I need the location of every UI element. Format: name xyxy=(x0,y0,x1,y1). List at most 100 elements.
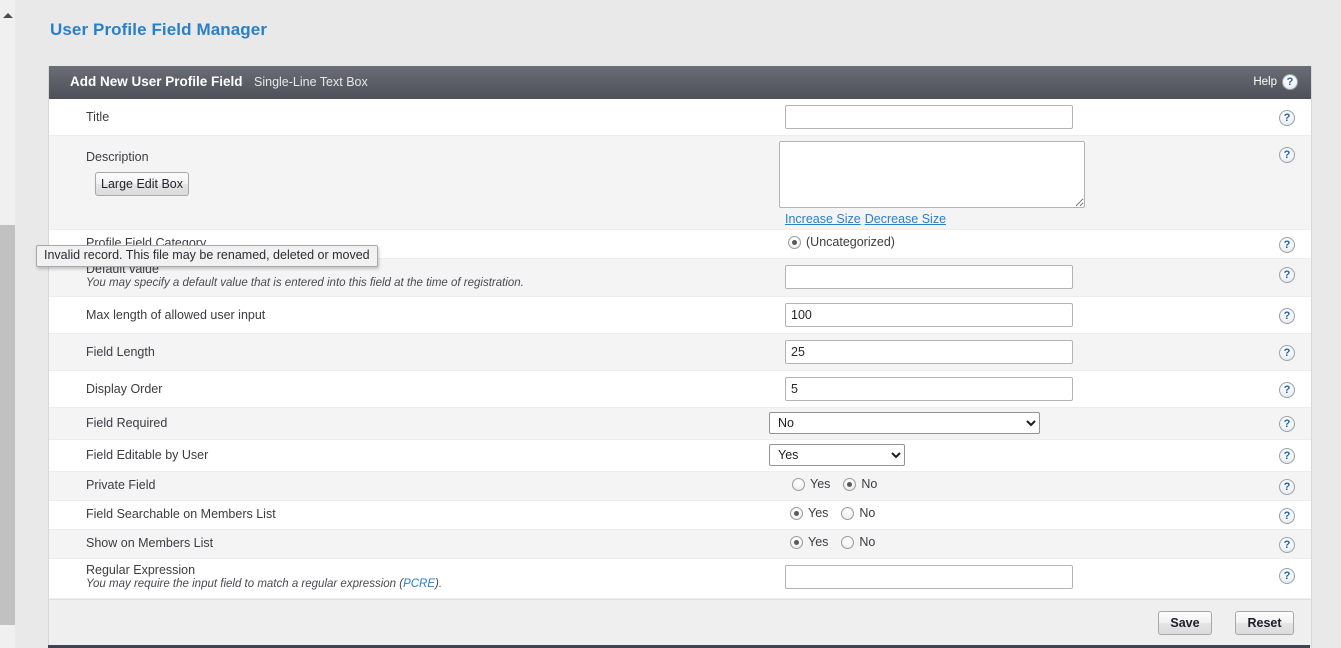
row-help-title[interactable]: ? xyxy=(1279,108,1295,126)
question-circle-icon[interactable]: ? xyxy=(1282,74,1298,90)
show-members-option-yes[interactable]: Yes xyxy=(790,535,828,549)
row-help-field-length[interactable]: ? xyxy=(1279,343,1295,361)
row-help-default-value[interactable]: ? xyxy=(1279,265,1295,283)
pcre-link[interactable]: PCRE xyxy=(403,578,435,590)
category-option-uncategorized[interactable]: (Uncategorized) xyxy=(788,235,895,249)
private-field-radio-group[interactable]: Yes No xyxy=(792,477,890,491)
add-profile-field-panel: Add New User Profile Field Single-Line T… xyxy=(48,66,1312,647)
radio-searchable-no[interactable] xyxy=(841,506,855,520)
row-max-length: Max length of allowed user input ? xyxy=(49,297,1311,334)
row-label-title: Title xyxy=(86,110,110,124)
row-help-description[interactable]: ? xyxy=(1279,145,1295,163)
regex-note-after: ). xyxy=(435,578,443,590)
show-members-radio-group[interactable]: Yes No xyxy=(790,535,888,549)
show-members-no-label: No xyxy=(859,535,876,549)
question-circle-icon[interactable]: ? xyxy=(1279,537,1295,553)
field-required-select[interactable]: YesNo xyxy=(769,412,1040,434)
panel-footer: Save Reset xyxy=(49,599,1311,646)
row-label-field-required: Field Required xyxy=(86,416,168,430)
panel-header-subtitle: Single-Line Text Box xyxy=(254,75,368,89)
window-scrollbar[interactable] xyxy=(0,0,16,648)
question-circle-icon[interactable]: ? xyxy=(1279,568,1295,584)
row-help-show-on-members-list[interactable]: ? xyxy=(1279,535,1295,553)
category-option-label: (Uncategorized) xyxy=(806,235,895,249)
row-label-display-order: Display Order xyxy=(86,382,163,396)
row-note-regular-expression: You may require the input field to match… xyxy=(86,578,442,590)
reset-button[interactable]: Reset xyxy=(1235,611,1294,635)
radio-private-no[interactable] xyxy=(843,477,857,491)
regex-note-before: You may require the input field to match… xyxy=(86,578,404,590)
row-help-profile-field-category[interactable]: ? xyxy=(1279,235,1295,253)
row-help-max-length[interactable]: ? xyxy=(1279,306,1295,324)
decrease-size-link[interactable]: Decrease Size xyxy=(865,212,946,226)
private-field-option-no[interactable]: No xyxy=(843,477,877,491)
field-editable-select[interactable]: YesNo xyxy=(769,444,905,466)
question-circle-icon[interactable]: ? xyxy=(1279,267,1295,283)
category-radio-group[interactable]: (Uncategorized) xyxy=(788,235,908,249)
error-tooltip: Invalid record. This file may be renamed… xyxy=(36,245,378,267)
row-field-required: Field Required YesNo ? xyxy=(49,408,1311,440)
radio-uncategorized[interactable] xyxy=(788,235,801,249)
private-field-yes-label: Yes xyxy=(810,477,831,491)
scrollbar-thumb[interactable] xyxy=(0,225,15,625)
row-field-searchable: Field Searchable on Members List Yes No … xyxy=(49,501,1311,530)
large-edit-box-button[interactable]: Large Edit Box xyxy=(95,172,189,196)
textarea-size-links: Increase Size Decrease Size xyxy=(785,212,946,226)
help-link[interactable]: Help ? xyxy=(1253,74,1298,90)
description-textarea[interactable] xyxy=(779,141,1085,208)
screenshot-root: User Profile Field Manager Add New User … xyxy=(0,0,1341,648)
question-circle-icon[interactable]: ? xyxy=(1279,237,1295,253)
row-description: Description Large Edit Box Increase Size… xyxy=(49,136,1311,230)
radio-show-no[interactable] xyxy=(841,535,855,549)
row-label-max-length: Max length of allowed user input xyxy=(86,308,266,322)
page-title: User Profile Field Manager xyxy=(50,20,268,39)
question-circle-icon[interactable]: ? xyxy=(1279,448,1295,464)
field-searchable-option-no[interactable]: No xyxy=(841,506,875,520)
row-help-field-searchable[interactable]: ? xyxy=(1279,506,1295,524)
question-circle-icon[interactable]: ? xyxy=(1279,382,1295,398)
radio-private-yes[interactable] xyxy=(792,477,805,491)
field-length-input[interactable] xyxy=(785,340,1073,364)
row-label-private-field: Private Field xyxy=(86,478,156,492)
row-title: Title ? xyxy=(49,99,1311,136)
display-order-input[interactable] xyxy=(785,377,1073,401)
triangle-up-icon[interactable] xyxy=(3,13,13,18)
row-field-length: Field Length ? xyxy=(49,334,1311,371)
panel-header-title: Add New User Profile Field xyxy=(70,74,243,89)
show-members-option-no[interactable]: No xyxy=(841,535,875,549)
row-label-show-on-members-list: Show on Members List xyxy=(86,536,214,550)
row-display-order: Display Order ? xyxy=(49,371,1311,408)
save-button[interactable]: Save xyxy=(1158,611,1212,635)
row-show-on-members-list: Show on Members List Yes No ? xyxy=(49,530,1311,559)
question-circle-icon[interactable]: ? xyxy=(1279,345,1295,361)
question-circle-icon[interactable]: ? xyxy=(1279,147,1295,163)
field-searchable-radio-group[interactable]: Yes No xyxy=(790,506,888,520)
row-help-private-field[interactable]: ? xyxy=(1279,477,1295,495)
private-field-option-yes[interactable]: Yes xyxy=(792,477,830,491)
row-private-field: Private Field Yes No ? xyxy=(49,472,1311,501)
increase-size-link[interactable]: Increase Size xyxy=(785,212,861,226)
row-help-regular-expression[interactable]: ? xyxy=(1279,566,1295,584)
help-link-label: Help xyxy=(1253,76,1277,88)
show-members-yes-label: Yes xyxy=(808,535,829,549)
regular-expression-input[interactable] xyxy=(785,565,1073,589)
radio-show-yes[interactable] xyxy=(790,535,803,549)
row-note-default-value: You may specify a default value that is … xyxy=(86,277,524,289)
row-help-display-order[interactable]: ? xyxy=(1279,380,1295,398)
question-circle-icon[interactable]: ? xyxy=(1279,508,1295,524)
default-value-input[interactable] xyxy=(785,265,1073,289)
radio-searchable-yes[interactable] xyxy=(790,506,803,520)
row-help-field-required[interactable]: ? xyxy=(1279,414,1295,432)
field-searchable-yes-label: Yes xyxy=(808,506,829,520)
row-help-field-editable[interactable]: ? xyxy=(1279,446,1295,464)
question-circle-icon[interactable]: ? xyxy=(1279,416,1295,432)
title-input[interactable] xyxy=(785,105,1073,129)
question-circle-icon[interactable]: ? xyxy=(1279,308,1295,324)
row-field-editable: Field Editable by User YesNo ? xyxy=(49,440,1311,472)
field-searchable-option-yes[interactable]: Yes xyxy=(790,506,828,520)
row-label-description: Description xyxy=(86,150,149,164)
row-label-regular-expression: Regular Expression xyxy=(86,563,196,577)
question-circle-icon[interactable]: ? xyxy=(1279,479,1295,495)
question-circle-icon[interactable]: ? xyxy=(1279,110,1295,126)
max-length-input[interactable] xyxy=(785,303,1073,327)
